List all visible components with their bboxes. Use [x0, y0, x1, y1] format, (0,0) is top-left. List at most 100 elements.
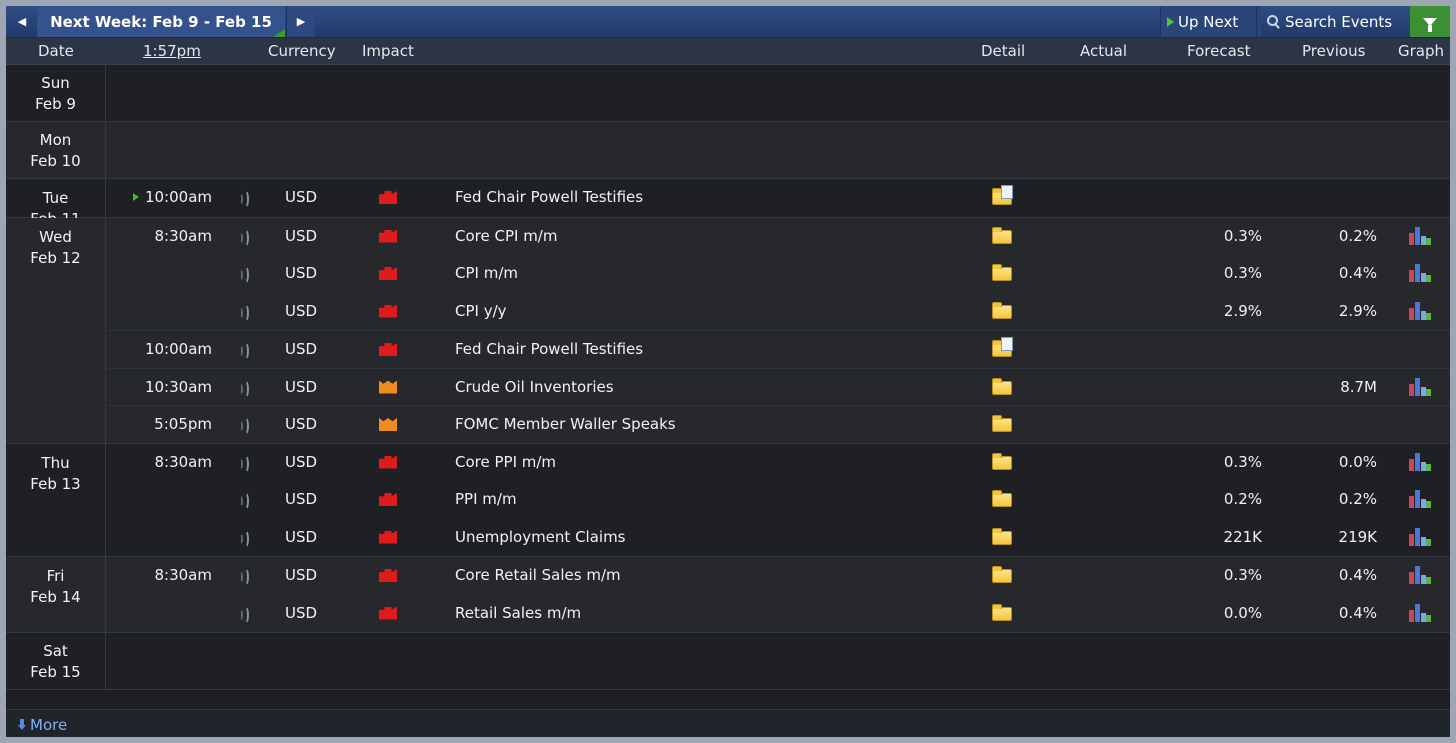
bar-chart-icon[interactable] [1409, 377, 1431, 396]
sound-alert-icon[interactable] [238, 190, 250, 208]
event-currency: USD [285, 301, 318, 320]
more-label: More [30, 716, 68, 734]
event-currency: USD [285, 415, 318, 433]
event-time: 10:00am [144, 188, 212, 206]
event-title[interactable]: FOMC Member Waller Speaks [455, 415, 676, 433]
sound-alert-icon[interactable] [238, 454, 250, 473]
event-previous: 0.4% [1338, 603, 1377, 622]
event-title[interactable]: CPI m/m [455, 264, 518, 282]
bar-chart-icon[interactable] [1409, 226, 1431, 245]
bar-chart-icon[interactable] [1409, 263, 1431, 282]
filter-button[interactable] [1410, 6, 1450, 37]
event-title[interactable]: Retail Sales m/m [455, 604, 581, 622]
sound-alert-icon[interactable] [238, 303, 250, 322]
event-row[interactable]: 10:00am USD Fed Chair Powell Testifies [107, 179, 1450, 217]
bar-chart-icon[interactable] [1409, 452, 1431, 471]
event-row[interactable]: USD Unemployment Claims 221K 219K [107, 519, 1450, 557]
event-title[interactable]: Unemployment Claims [455, 528, 626, 546]
folder-icon[interactable] [992, 527, 1012, 545]
event-title[interactable]: CPI y/y [455, 302, 507, 320]
impact-red-icon[interactable] [379, 191, 397, 204]
folder-icon[interactable] [992, 490, 1012, 507]
event-title[interactable]: Crude Oil Inventories [455, 378, 614, 396]
week-range-button[interactable]: Next Week: Feb 9 - Feb 15 [37, 6, 285, 37]
day-date: Feb 13 [30, 474, 81, 493]
sound-alert-icon[interactable] [238, 417, 250, 435]
bar-chart-icon[interactable] [1409, 489, 1431, 508]
impact-red-icon[interactable] [379, 267, 397, 280]
impact-red-icon[interactable] [379, 304, 397, 318]
impact-red-icon[interactable] [379, 455, 397, 469]
folder-icon[interactable] [992, 566, 1012, 583]
event-previous: 0.4% [1338, 566, 1377, 584]
day-of-week: Mon [39, 131, 72, 149]
impact-orange-icon[interactable] [379, 380, 397, 394]
previous-week-button[interactable]: ◀ [8, 6, 36, 37]
impact-orange-icon[interactable] [379, 418, 397, 431]
event-title[interactable]: PPI m/m [455, 490, 517, 508]
event-forecast: 0.0% [1223, 603, 1262, 622]
event-currency: USD [285, 377, 318, 396]
event-title[interactable]: Fed Chair Powell Testifies [455, 340, 643, 358]
impact-red-icon[interactable] [379, 343, 397, 356]
folder-icon[interactable] [992, 377, 1012, 395]
sound-alert-icon[interactable] [238, 266, 250, 284]
day-of-week: Wed [39, 227, 72, 246]
folder-icon[interactable] [992, 301, 1012, 319]
event-previous: 0.2% [1338, 226, 1377, 245]
filter-icon [1423, 17, 1437, 32]
down-arrow-icon [18, 719, 26, 731]
event-currency: USD [285, 264, 318, 282]
event-row[interactable]: 10:30am USD Crude Oil Inventories 8.7M [107, 367, 1450, 407]
impact-red-icon[interactable] [379, 569, 397, 582]
impact-red-icon[interactable] [379, 606, 397, 620]
sound-alert-icon[interactable] [238, 228, 250, 247]
folder-icon[interactable] [992, 415, 1012, 432]
sound-alert-icon[interactable] [238, 342, 250, 360]
event-title[interactable]: Core Retail Sales m/m [455, 566, 621, 584]
event-row[interactable]: 5:05pm USD FOMC Member Waller Speaks [107, 405, 1450, 444]
event-row[interactable]: USD CPI m/m 0.3% 0.4% [107, 255, 1450, 293]
event-title[interactable]: Core CPI m/m [455, 227, 557, 245]
event-title[interactable]: Core PPI m/m [455, 453, 556, 471]
more-button[interactable]: More [18, 716, 67, 734]
impact-red-icon[interactable] [379, 493, 397, 506]
bar-chart-icon[interactable] [1409, 603, 1431, 622]
event-title[interactable]: Fed Chair Powell Testifies [455, 188, 643, 206]
column-previous: Previous [1302, 42, 1366, 60]
speech-doc-icon[interactable] [992, 337, 1013, 357]
event-row[interactable]: 8:30am USD Core Retail Sales m/m 0.3% 0.4% [107, 557, 1450, 595]
event-row[interactable]: USD CPI y/y 2.9% 2.9% [107, 293, 1450, 331]
next-week-button[interactable]: ▶ [286, 6, 315, 37]
event-row[interactable]: USD Retail Sales m/m 0.0% 0.4% [107, 595, 1450, 633]
bar-chart-icon[interactable] [1409, 527, 1431, 546]
impact-red-icon[interactable] [379, 530, 397, 544]
sound-alert-icon[interactable] [238, 529, 250, 548]
column-graph: Graph [1398, 42, 1445, 60]
event-row[interactable]: 10:00am USD Fed Chair Powell Testifies [107, 330, 1450, 369]
column-time-clock[interactable]: 1:57pm [143, 42, 201, 60]
sound-alert-icon[interactable] [238, 379, 250, 398]
event-row[interactable]: USD PPI m/m 0.2% 0.2% [107, 481, 1450, 519]
folder-icon[interactable] [992, 226, 1012, 244]
folder-icon[interactable] [992, 452, 1012, 470]
event-forecast: 0.3% [1223, 264, 1262, 282]
folder-icon[interactable] [992, 603, 1012, 621]
sound-alert-icon[interactable] [238, 492, 250, 510]
impact-red-icon[interactable] [379, 229, 397, 243]
date-cell: Mon Feb 10 [6, 122, 106, 178]
folder-icon[interactable] [992, 264, 1012, 281]
event-forecast: 221K [1223, 527, 1262, 546]
event-row[interactable]: 8:30am USD Core PPI m/m 0.3% 0.0% [107, 444, 1450, 482]
event-currency: USD [285, 603, 318, 622]
up-next-button[interactable]: Up Next [1160, 6, 1261, 37]
day-date: Feb 14 [30, 588, 81, 606]
event-row[interactable]: 8:30am USD Core CPI m/m 0.3% 0.2% [107, 218, 1450, 256]
bar-chart-icon[interactable] [1409, 565, 1431, 584]
bar-chart-icon[interactable] [1409, 301, 1431, 320]
sound-alert-icon[interactable] [238, 605, 250, 624]
event-previous: 8.7M [1340, 377, 1377, 396]
search-events-button[interactable]: Search Events [1256, 6, 1421, 37]
sound-alert-icon[interactable] [238, 568, 250, 586]
speech-doc-icon[interactable] [992, 185, 1013, 205]
